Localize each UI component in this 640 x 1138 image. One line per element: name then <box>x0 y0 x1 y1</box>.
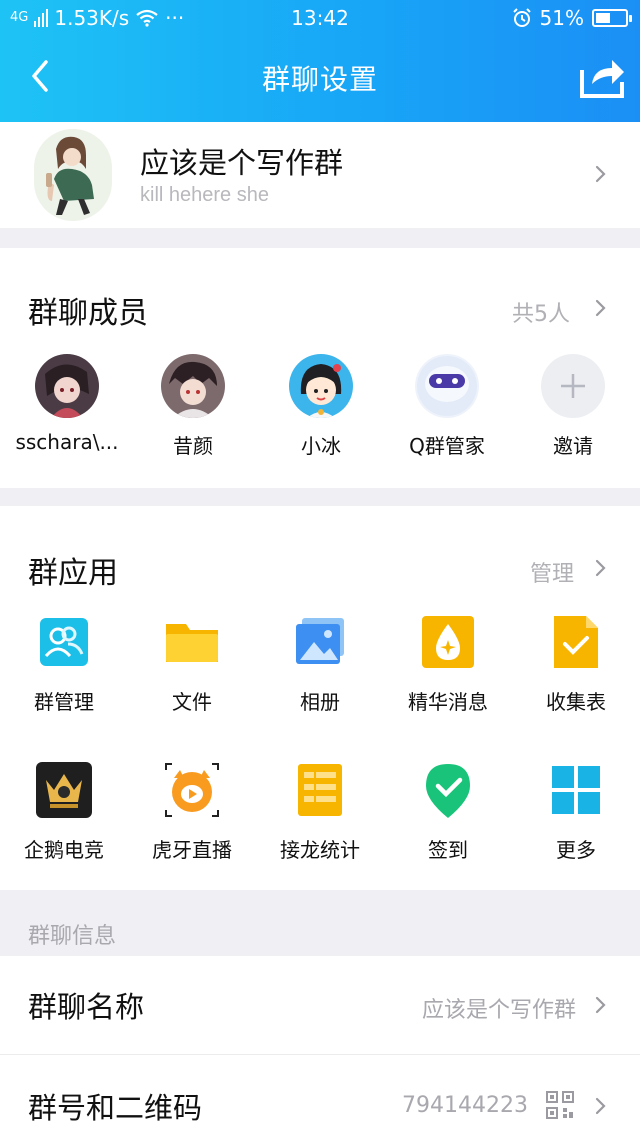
app-label: 文件 <box>172 690 212 714</box>
apps-title: 群应用 <box>28 556 118 591</box>
battery-percent: 51% <box>539 6 584 30</box>
chevron-right-icon <box>595 1097 606 1115</box>
battery-icon <box>592 9 632 27</box>
header: 4G 1.53K/s ··· 13:42 51% 群聊设置 <box>0 0 640 122</box>
app-esports[interactable]: 企鹅电竞 <box>0 762 128 863</box>
app-file[interactable]: 文件 <box>128 614 256 715</box>
checkin-icon <box>420 762 476 818</box>
app-more[interactable]: 更多 <box>512 762 640 863</box>
app-label: 收集表 <box>546 690 606 714</box>
apps-section: 群应用 管理 群管理 文件 相册 精华消息 收集表 企鹅电竞 虎牙直播 接龙统计… <box>0 506 640 890</box>
app-collect-form[interactable]: 收集表 <box>512 614 640 715</box>
alarm-icon <box>512 8 531 27</box>
app-huya[interactable]: 虎牙直播 <box>128 762 256 863</box>
list-stats-icon <box>292 762 348 818</box>
photo-album-icon <box>292 614 348 670</box>
esports-icon <box>36 762 92 818</box>
qr-code-icon <box>546 1091 574 1119</box>
app-essence[interactable]: 精华消息 <box>384 614 512 715</box>
member-name: sschara\... <box>15 430 119 454</box>
avatar <box>161 354 225 418</box>
group-manage-icon <box>36 614 92 670</box>
app-label: 签到 <box>428 838 468 862</box>
more-grid-icon <box>548 762 604 818</box>
app-label: 企鹅电竞 <box>24 838 104 862</box>
row-label: 群聊名称 <box>28 990 145 1024</box>
group-avatar <box>34 129 112 221</box>
app-label: 相册 <box>300 690 340 714</box>
app-label: 接龙统计 <box>280 838 360 862</box>
members-section: 群聊成员 共5人 sschara\... 昔颜 小冰 Q群管家 邀请 <box>0 248 640 488</box>
group-name: 应该是个写作群 <box>140 146 344 180</box>
essence-icon <box>420 614 476 670</box>
apps-manage-link[interactable]: 管理 <box>530 556 574 588</box>
chevron-right-icon <box>595 165 606 183</box>
app-label: 更多 <box>556 838 596 862</box>
invite-button[interactable]: 邀请 <box>510 354 636 459</box>
avatar <box>415 354 479 418</box>
row-value: 应该是个写作群 <box>421 998 576 1023</box>
form-icon <box>548 614 604 670</box>
row-label: 群号和二维码 <box>28 1091 203 1125</box>
plus-icon <box>541 354 605 418</box>
member-item[interactable]: sschara\... <box>4 354 130 454</box>
chevron-right-icon[interactable] <box>592 299 610 317</box>
member-name: 小冰 <box>301 434 341 458</box>
share-button[interactable] <box>578 54 626 100</box>
member-item[interactable]: 小冰 <box>258 354 384 459</box>
chevron-right-icon[interactable] <box>592 559 610 577</box>
avatar <box>35 354 99 418</box>
member-name: 昔颜 <box>173 434 213 458</box>
app-label: 精华消息 <box>408 690 488 714</box>
app-list-stats[interactable]: 接龙统计 <box>256 762 384 863</box>
info-section-label: 群聊信息 <box>28 924 117 949</box>
app-group-manage[interactable]: 群管理 <box>0 614 128 715</box>
group-name-row[interactable]: 群聊名称 应该是个写作群 <box>0 956 640 1054</box>
huya-icon <box>164 762 220 818</box>
member-item[interactable]: 昔颜 <box>130 354 256 459</box>
group-description: kill hehere she <box>140 184 269 206</box>
avatar <box>289 354 353 418</box>
members-title: 群聊成员 <box>28 296 148 331</box>
page-title: 群聊设置 <box>261 63 378 96</box>
invite-label: 邀请 <box>553 434 593 458</box>
group-profile-row[interactable]: 应该是个写作群 kill hehere she <box>0 122 640 228</box>
folder-icon <box>164 614 220 670</box>
app-label: 虎牙直播 <box>152 838 232 862</box>
navbar: 群聊设置 <box>0 40 640 114</box>
row-value: 794144223 <box>402 1093 528 1118</box>
member-item[interactable]: Q群管家 <box>384 354 510 459</box>
app-label: 群管理 <box>34 690 94 714</box>
app-album[interactable]: 相册 <box>256 614 384 715</box>
member-name: Q群管家 <box>409 434 485 458</box>
group-number-row[interactable]: 群号和二维码 794144223 <box>0 1055 640 1138</box>
member-count[interactable]: 共5人 <box>512 296 570 328</box>
status-bar: 4G 1.53K/s ··· 13:42 51% <box>0 0 640 36</box>
chevron-right-icon <box>595 996 606 1014</box>
app-checkin[interactable]: 签到 <box>384 762 512 863</box>
